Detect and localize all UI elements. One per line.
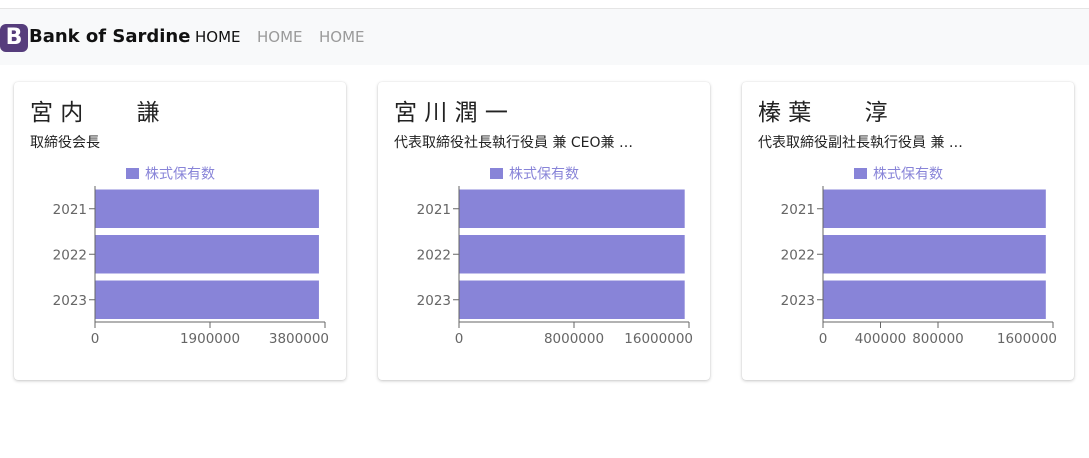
bar xyxy=(95,235,319,274)
executive-card-2: 宮 川 潤 一 代表取締役社長執行役員 兼 CEO兼 … 株式保有数 2021 20… xyxy=(378,82,710,380)
brand-name[interactable]: Bank of Sardine xyxy=(29,24,190,52)
brand-logo-icon[interactable]: B xyxy=(0,24,28,52)
y-tick-label: 2021 xyxy=(781,202,815,218)
y-tick-label: 2022 xyxy=(417,247,451,263)
bar xyxy=(459,235,685,274)
chart-legend: 株式保有数 xyxy=(854,167,943,183)
bar xyxy=(459,189,685,228)
shareholding-bar-chart: 株式保有数 2021 2022 2023 0 1900000 3800000 xyxy=(53,167,329,348)
nav-link-home-active[interactable]: HOME xyxy=(195,27,241,47)
y-tick-label: 2022 xyxy=(53,247,87,263)
x-tick-label: 0 xyxy=(91,331,100,347)
shareholding-bar-chart: 株式保有数 2021 2022 2023 0 400000 800000 1600000 xyxy=(781,167,1057,348)
x-tick-label: 3800000 xyxy=(269,331,329,347)
y-tick-label: 2022 xyxy=(781,247,815,263)
x-tick-label: 0 xyxy=(455,331,464,347)
chart-legend: 株式保有数 xyxy=(490,167,579,183)
bar xyxy=(823,189,1046,228)
x-tick-label: 16000000 xyxy=(624,331,693,347)
y-tick-label: 2023 xyxy=(53,293,87,309)
legend-label: 株式保有数 xyxy=(509,167,579,183)
y-tick-label: 2023 xyxy=(781,293,815,309)
legend-swatch-icon xyxy=(126,168,139,179)
x-tick-label: 0 xyxy=(819,331,828,347)
bar xyxy=(823,280,1046,319)
legend-label: 株式保有数 xyxy=(145,167,215,183)
legend-label: 株式保有数 xyxy=(873,167,943,183)
navbar: B Bank of Sardine HOME HOME HOME xyxy=(0,8,1089,65)
x-tick-label: 1900000 xyxy=(180,331,240,347)
bar xyxy=(95,280,319,319)
shareholding-bar-chart: 株式保有数 2021 2022 2023 0 8000000 16000000 xyxy=(417,167,693,348)
chart-legend: 株式保有数 xyxy=(126,167,215,183)
x-tick-label: 8000000 xyxy=(544,331,604,347)
executive-card-3: 榛 葉 淳 代表取締役副社長執行役員 兼 … 株式保有数 2021 2022 2023… xyxy=(742,82,1074,380)
y-tick-label: 2021 xyxy=(53,202,87,218)
nav-link-home-2[interactable]: HOME xyxy=(257,27,303,47)
executive-card-1: 宮 内 謙 取締役会長 株式保有数 2021 2022 2023 0 1900000 380… xyxy=(14,82,346,380)
y-tick-label: 2021 xyxy=(417,202,451,218)
legend-swatch-icon xyxy=(854,168,867,179)
x-tick-label: 400000 xyxy=(855,331,907,347)
y-tick-label: 2023 xyxy=(417,293,451,309)
bar xyxy=(823,235,1046,274)
x-tick-label: 1600000 xyxy=(997,331,1057,347)
nav-link-home-3[interactable]: HOME xyxy=(319,27,365,47)
bar xyxy=(459,280,685,319)
x-tick-label: 800000 xyxy=(912,331,964,347)
bar xyxy=(95,189,319,228)
legend-swatch-icon xyxy=(490,168,503,179)
